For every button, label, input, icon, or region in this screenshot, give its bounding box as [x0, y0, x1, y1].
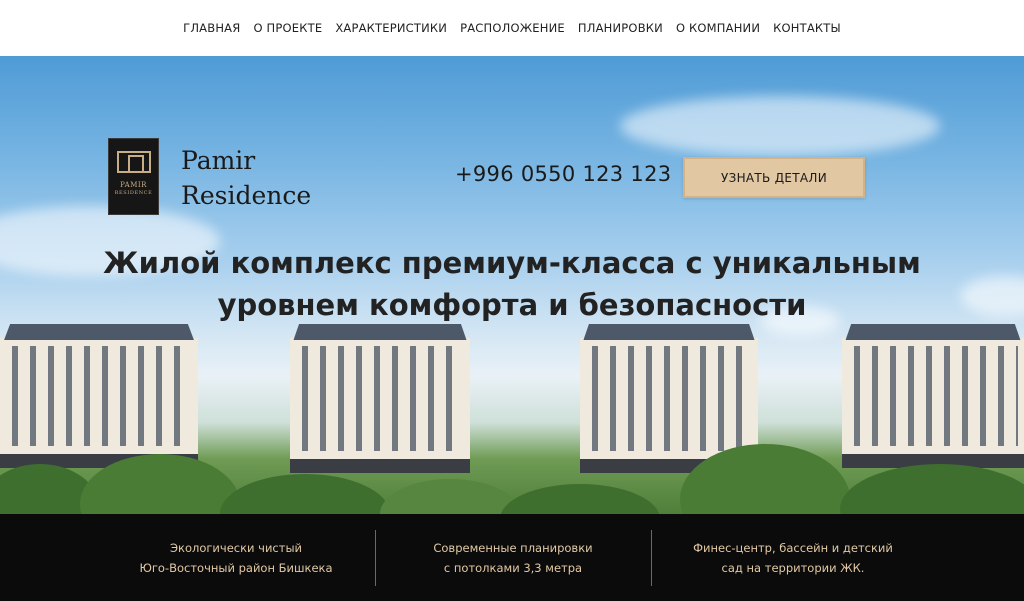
nav-about-project[interactable]: О ПРОЕКТЕ — [247, 21, 329, 35]
nav-characteristics[interactable]: ХАРАКТЕРИСТИКИ — [329, 21, 454, 35]
brand-name: Pamir Residence — [181, 143, 311, 213]
headline-line1: Жилой комплекс премиум-класса с уникальн… — [103, 246, 921, 280]
nav-home[interactable]: ГЛАВНАЯ — [177, 21, 247, 35]
nav-contacts[interactable]: КОНТАКТЫ — [767, 21, 848, 35]
logo-subtext: RESIDENCE — [114, 190, 153, 196]
monogram-icon — [116, 151, 151, 173]
nav-location[interactable]: РАСПОЛОЖЕНИЕ — [454, 21, 572, 35]
cloud-decoration — [620, 96, 940, 156]
feature-line1: Экологически чистый — [169, 540, 303, 555]
learn-details-button[interactable]: УЗНАТЬ ДЕТАЛИ — [683, 157, 865, 198]
hero-section: PAMIR RESIDENCE Pamir Residence +996 055… — [0, 56, 1024, 514]
top-nav: ГЛАВНАЯ О ПРОЕКТЕ ХАРАКТЕРИСТИКИ РАСПОЛО… — [0, 0, 1024, 56]
feature-item: Современные планировки с потолками 3,3 м… — [376, 514, 650, 601]
logo[interactable]: PAMIR RESIDENCE — [108, 138, 159, 215]
phone-number[interactable]: +996 0550 123 123 — [455, 162, 671, 186]
features-bar: Экологически чистый Юго-Восточный район … — [0, 514, 1024, 601]
feature-item: Экологически чистый Юго-Восточный район … — [96, 514, 376, 601]
feature-line2: с потолками 3,3 метра — [443, 560, 583, 575]
brand-line1: Pamir — [181, 146, 256, 175]
feature-line1: Современные планировки — [433, 540, 593, 555]
brand-line2: Residence — [181, 181, 312, 210]
nav-about-company[interactable]: О КОМПАНИИ — [669, 21, 766, 35]
trees-decoration — [0, 424, 1024, 514]
feature-item: Финес-центр, бассейн и детский сад на те… — [652, 514, 934, 601]
feature-line2: Юго-Восточный район Бишкека — [139, 560, 333, 575]
headline-line2: уровнем комфорта и безопасности — [217, 288, 807, 322]
logo-text: PAMIR — [120, 181, 147, 189]
nav-layouts[interactable]: ПЛАНИРОВКИ — [571, 21, 669, 35]
feature-line2: сад на территории ЖК. — [721, 560, 865, 575]
hero-headline: Жилой комплекс премиум-класса с уникальн… — [0, 242, 1024, 326]
feature-line1: Финес-центр, бассейн и детский — [693, 540, 893, 555]
